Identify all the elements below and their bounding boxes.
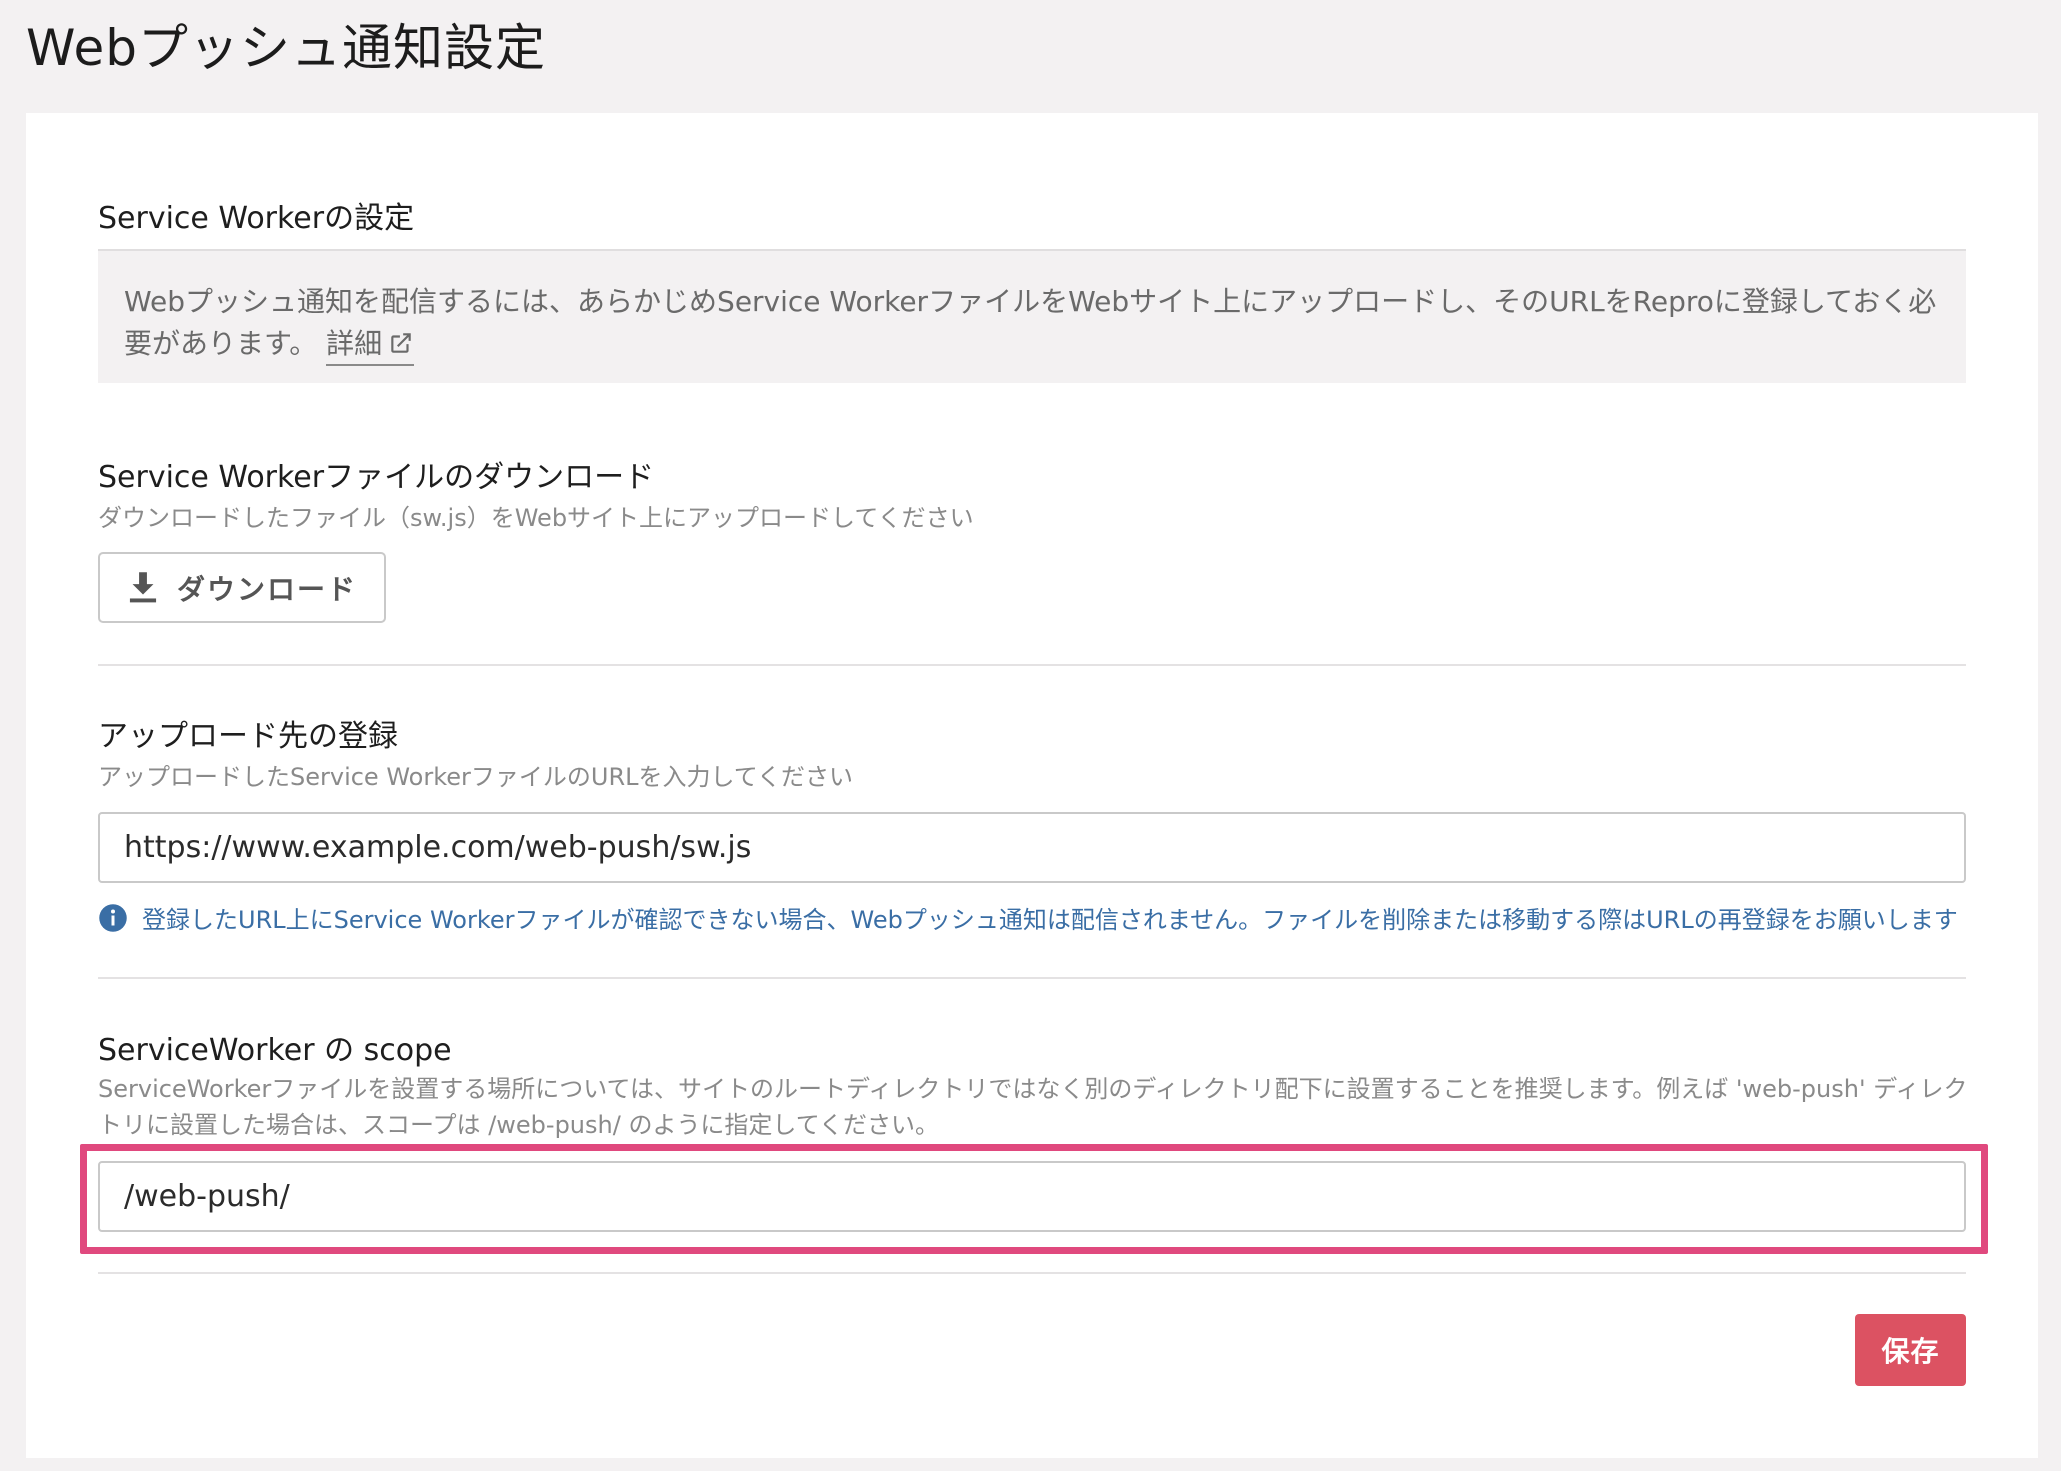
scope-description: ServiceWorkerファイルを設置する場所については、サイトのルートディレ… bbox=[98, 1075, 1968, 1139]
upload-url-input[interactable] bbox=[98, 812, 1966, 883]
upload-description: アップロードしたService WorkerファイルのURLを入力してください bbox=[98, 763, 854, 791]
page-title: Webプッシュ通知設定 bbox=[26, 19, 547, 77]
download-button-label: ダウンロード bbox=[176, 573, 357, 605]
download-icon bbox=[127, 571, 159, 605]
upload-notice: 登録したURL上にService Workerファイルが確認できない場合、Web… bbox=[98, 900, 1958, 935]
download-heading: Service Workerファイルのダウンロード bbox=[98, 460, 655, 495]
info-icon bbox=[98, 903, 128, 933]
divider bbox=[98, 664, 1966, 666]
service-worker-info-box: Webプッシュ通知を配信するには、あらかじめService Workerファイル… bbox=[98, 249, 1966, 383]
download-button[interactable]: ダウンロード bbox=[98, 552, 386, 623]
divider bbox=[98, 1272, 1966, 1274]
divider bbox=[98, 977, 1966, 979]
external-link-icon bbox=[391, 333, 411, 353]
detail-link[interactable]: 詳細 bbox=[326, 326, 415, 366]
detail-link-label: 詳細 bbox=[326, 327, 383, 360]
save-button[interactable]: 保存 bbox=[1855, 1314, 1966, 1386]
scope-input[interactable] bbox=[98, 1161, 1966, 1232]
scope-heading: ServiceWorker の scope bbox=[98, 1033, 452, 1068]
service-worker-heading: Service Workerの設定 bbox=[98, 201, 415, 236]
upload-notice-text: 登録したURL上にService Workerファイルが確認できない場合、Web… bbox=[142, 906, 1958, 934]
download-description: ダウンロードしたファイル（sw.js）をWebサイト上にアップロードしてください bbox=[98, 504, 974, 532]
upload-heading: アップロード先の登録 bbox=[98, 719, 398, 754]
